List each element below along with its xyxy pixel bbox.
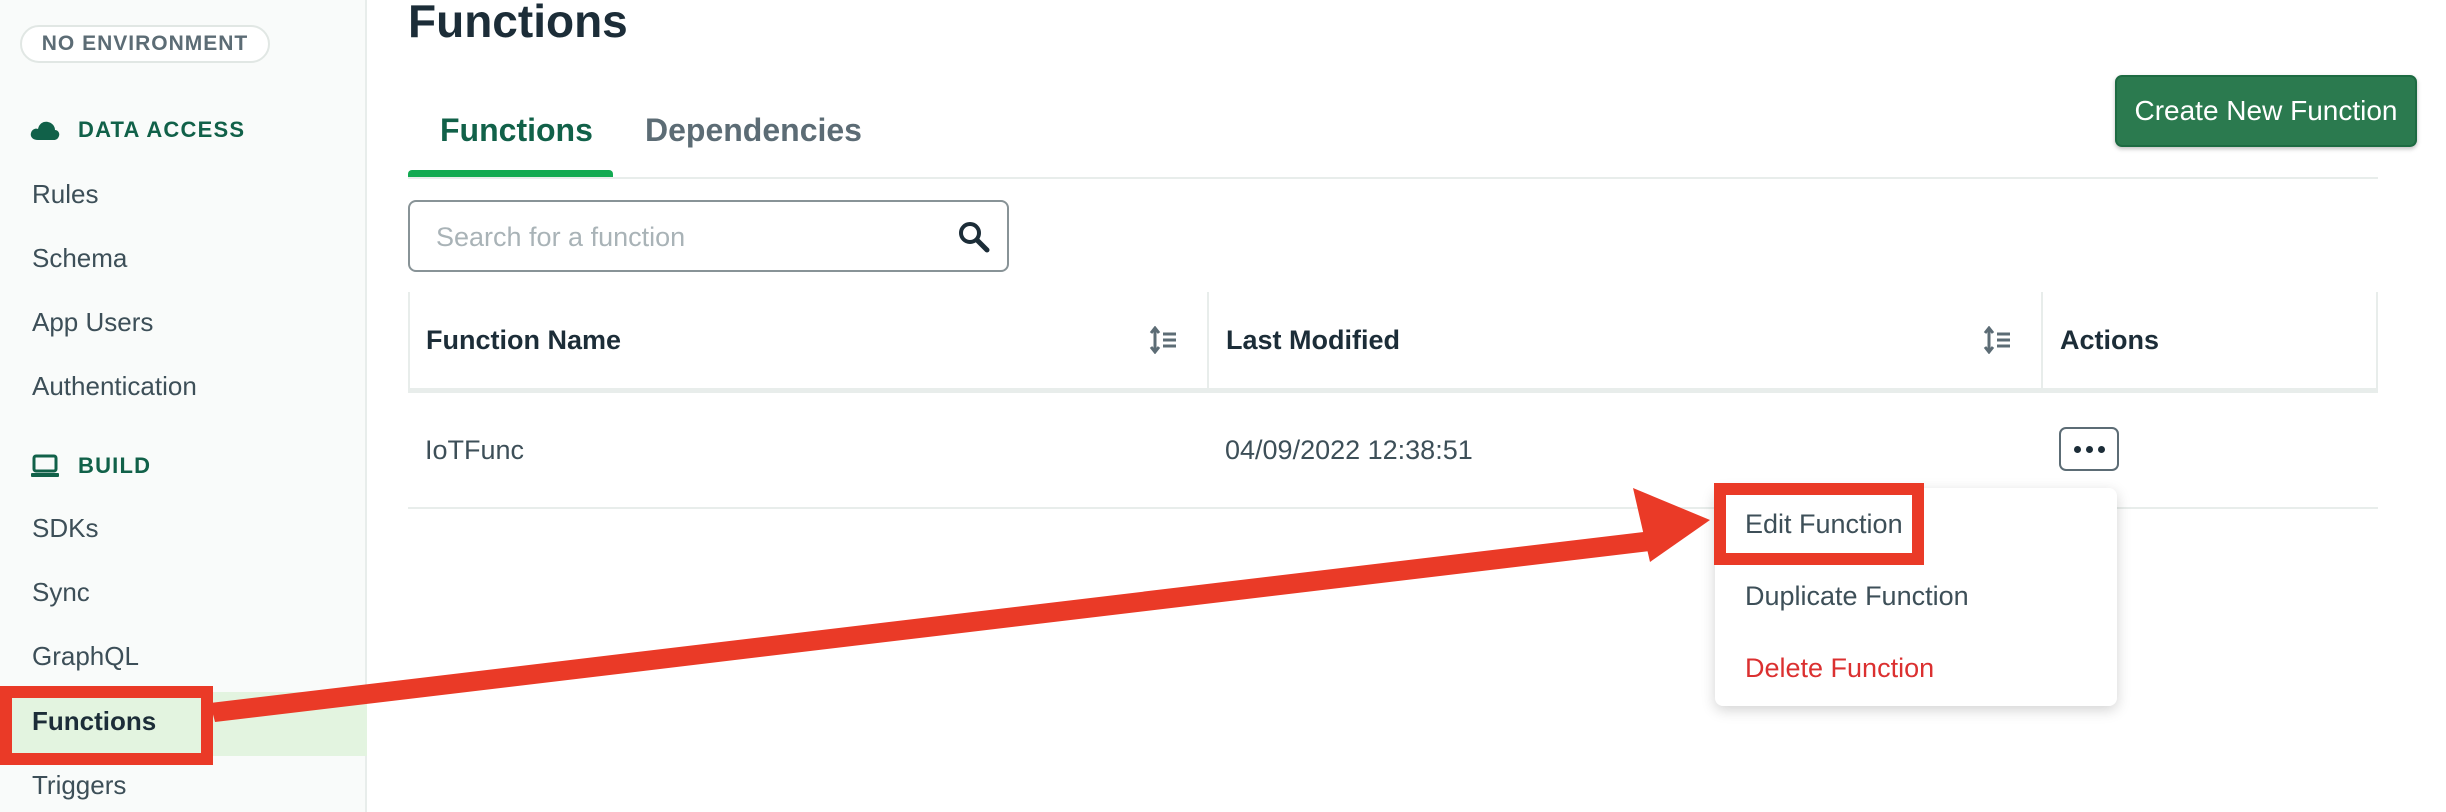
search-icon[interactable] xyxy=(957,220,991,254)
ellipsis-icon xyxy=(2085,445,2093,453)
sidebar-item-triggers[interactable]: Triggers xyxy=(32,765,126,805)
section-header-build: BUILD xyxy=(30,450,151,482)
table-header-divider xyxy=(408,388,2378,393)
laptop-icon xyxy=(30,451,60,481)
ellipsis-icon xyxy=(2097,445,2105,453)
sidebar-item-sync[interactable]: Sync xyxy=(32,572,90,612)
sidebar-item-app-users[interactable]: App Users xyxy=(32,302,153,342)
menu-item-duplicate-function[interactable]: Duplicate Function xyxy=(1745,576,1969,616)
sort-icon[interactable] xyxy=(1983,325,2011,355)
active-tab-indicator xyxy=(408,170,613,177)
search-field xyxy=(408,200,1009,272)
menu-item-delete-function[interactable]: Delete Function xyxy=(1745,648,1934,688)
sidebar-item-schema[interactable]: Schema xyxy=(32,238,127,278)
column-header-actions: Actions xyxy=(2060,325,2160,355)
tab-dependencies[interactable]: Dependencies xyxy=(645,112,862,149)
sidebar-item-sdks[interactable]: SDKs xyxy=(32,508,98,548)
column-header-function-name[interactable]: Function Name xyxy=(408,292,1208,388)
sidebar-item-authentication[interactable]: Authentication xyxy=(32,366,197,406)
annotation-highlight-edit-function xyxy=(1714,483,1924,565)
tab-functions[interactable]: Functions xyxy=(440,112,593,149)
create-new-function-button[interactable]: Create New Function xyxy=(2115,75,2417,147)
sidebar-item-rules[interactable]: Rules xyxy=(32,174,98,214)
sort-icon[interactable] xyxy=(1149,325,1177,355)
annotation-highlight-functions xyxy=(0,686,213,765)
last-modified-cell: 04/09/2022 12:38:51 xyxy=(1225,435,1473,465)
column-divider xyxy=(2376,292,2378,388)
section-title: BUILD xyxy=(78,453,152,478)
environment-badge[interactable]: NO ENVIRONMENT xyxy=(20,25,270,63)
function-name-cell[interactable]: IoTFunc xyxy=(425,430,524,470)
ellipsis-icon xyxy=(2073,445,2081,453)
page-title: Functions xyxy=(408,0,628,47)
sidebar-item-graphql[interactable]: GraphQL xyxy=(32,636,139,676)
cloud-icon xyxy=(30,115,60,145)
section-header-data-access: DATA ACCESS xyxy=(30,114,245,146)
tabs-divider xyxy=(408,177,2378,179)
row-actions-button[interactable] xyxy=(2059,427,2119,471)
column-header-last-modified[interactable]: Last Modified xyxy=(1208,292,2041,388)
section-title: DATA ACCESS xyxy=(78,117,246,142)
search-input[interactable] xyxy=(434,202,918,272)
